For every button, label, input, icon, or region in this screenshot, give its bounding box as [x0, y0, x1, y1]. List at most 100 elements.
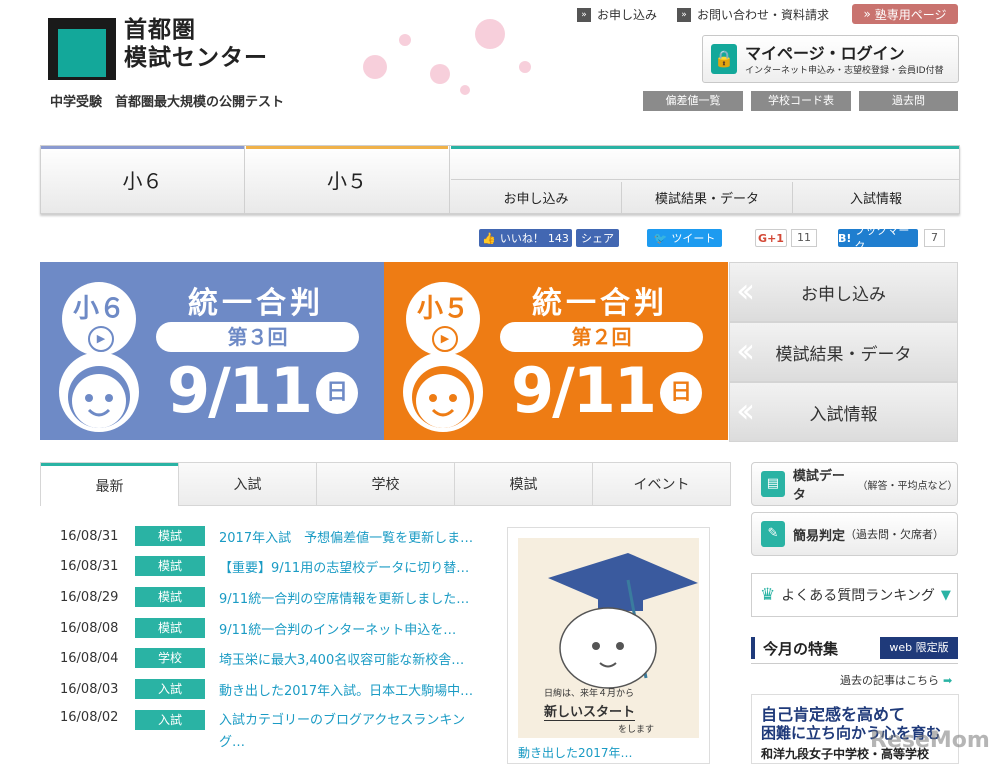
news-date: 16/08/03	[60, 681, 119, 697]
banner-grade5[interactable]: 小５ ▶ 統一合判 第２回 9/11 日	[384, 262, 728, 440]
play-icon: ▶	[432, 326, 458, 352]
news-link[interactable]: 2017年入試 予想偏差値一覧を更新しま…	[219, 527, 473, 546]
gplus-button[interactable]: G+1	[755, 229, 787, 247]
tweet-button[interactable]: 🐦 ツイート	[647, 229, 722, 247]
past-articles-link[interactable]: 過去の記事はこちら ➡	[840, 672, 952, 688]
news-link[interactable]: 9/11統一合判のインターネット申込を…	[219, 619, 456, 638]
tab-exam[interactable]: 入試	[178, 463, 316, 505]
banner-results-label: 模試結果・データ	[775, 344, 912, 365]
news-date: 16/08/29	[60, 589, 119, 605]
hatena-bookmark-button[interactable]: B! ブックマーク	[838, 224, 918, 253]
simple-judge-button[interactable]: ✎ 簡易判定 （過去問・欠席者）	[751, 512, 958, 556]
tab-mock[interactable]: 模試	[454, 463, 592, 505]
banner-results-button[interactable]: ‹‹ 模試結果・データ	[729, 322, 958, 382]
juku-page-button[interactable]: » 塾専用ページ	[852, 4, 958, 24]
news-category: 模試	[135, 618, 205, 638]
divider	[451, 179, 959, 180]
illus-text-mid: 新しいスタート	[544, 701, 636, 721]
tab-grade5[interactable]: 小５	[245, 146, 449, 213]
mypage-login-button[interactable]: 🔒 マイページ・ログイン インターネット申込み・志望校登録・会員ID付替	[702, 35, 959, 83]
banner-exam-info-label: 入試情報	[809, 404, 878, 425]
arrow-right-icon: ➡	[943, 673, 953, 687]
exam-date: 9/11	[511, 354, 657, 427]
news-date: 16/08/31	[60, 558, 119, 574]
news-link[interactable]: 埼玉栄に最大3,400名収容可能な新校舎…	[219, 649, 464, 668]
banner-exam-info-button[interactable]: ‹‹ 入試情報	[729, 382, 958, 442]
inquiry-link[interactable]: » お問い合わせ・資料請求	[677, 6, 829, 23]
lock-icon: 🔒	[711, 44, 737, 74]
divider	[449, 146, 450, 213]
logo-text[interactable]: 首都圏 模試センター	[124, 16, 268, 72]
play-icon: ▶	[88, 326, 114, 352]
girl-face-icon	[403, 352, 483, 432]
school-code-button[interactable]: 学校コード表	[751, 91, 851, 111]
news-date: 16/08/08	[60, 620, 119, 636]
day-badge: 日	[316, 372, 358, 414]
divider	[751, 663, 958, 664]
news-date: 16/08/31	[60, 528, 119, 544]
document-check-icon: ✎	[761, 521, 785, 547]
news-date: 16/08/04	[60, 650, 119, 666]
bookmark-label: ブックマーク	[854, 224, 910, 253]
tagline: 中学受験 首都圏最大規模の公開テスト	[50, 95, 285, 110]
simple-judge-sub: （過去問・欠席者）	[845, 528, 945, 541]
nav-exam-info[interactable]: 入試情報	[793, 182, 959, 212]
feature-illustration: 日絢は、来年４月から 新しいスタート をします	[518, 538, 699, 738]
news-item: 16/08/29 模試 9/11統一合判の空席情報を更新しました…	[60, 587, 469, 607]
news-category: 模試	[135, 526, 205, 546]
news-category: 入試	[135, 679, 205, 699]
tab-grade6[interactable]: 小６	[41, 146, 244, 213]
news-item: 16/08/02 入試 入試カテゴリーのブログアクセスランキング…	[60, 710, 477, 754]
mock-data-sub: （解答・平均点など）	[857, 480, 958, 492]
fb-like-button[interactable]: 👍 いいね！ 143	[479, 229, 572, 247]
illus-text-top: 日絢は、来年４月から	[544, 689, 635, 699]
faq-ranking-button[interactable]: ♛ よくある質問ランキング ▼	[751, 573, 958, 617]
special-title: 今月の特集	[763, 640, 839, 658]
logo-mark[interactable]	[48, 18, 116, 80]
hatena-b-icon: B!	[838, 231, 852, 245]
tab-event[interactable]: イベント	[592, 463, 730, 505]
illus-text-bot: をします	[618, 725, 655, 735]
news-link[interactable]: 【重要】9/11用の志望校データに切り替…	[219, 557, 469, 576]
news-link[interactable]: 9/11統一合判の空席情報を更新しました…	[219, 588, 469, 607]
double-chevron-icon: »	[863, 7, 871, 21]
logo-line-1: 首都圏	[124, 17, 196, 43]
tab-latest[interactable]: 最新	[41, 463, 178, 506]
day-badge: 日	[660, 372, 702, 414]
logo-inner-square	[58, 29, 106, 77]
mypage-subtitle: インターネット申込み・志望校登録・会員ID付替	[745, 66, 944, 76]
fb-share-button[interactable]: シェア	[576, 229, 619, 247]
crown-icon: ♛	[760, 585, 776, 605]
chevron-decor-icon: ‹‹	[736, 391, 755, 431]
inquiry-link-label: お問い合わせ・資料請求	[697, 8, 830, 22]
grade6-badge: 小６	[72, 294, 125, 324]
feature-card[interactable]: 日絢は、来年４月から 新しいスタート をします 動き出した2017年…	[507, 527, 710, 764]
news-item: 16/08/31 模試 2017年入試 予想偏差値一覧を更新しま…	[60, 526, 473, 546]
news-item: 16/08/03 入試 動き出した2017年入試。日本工大駒場中…	[60, 679, 473, 699]
tab-school[interactable]: 学校	[316, 463, 454, 505]
past-exam-button[interactable]: 過去問	[859, 91, 958, 111]
nav-apply[interactable]: お申し込み	[451, 182, 621, 212]
banner-grade6[interactable]: 小６ ▶ 統一合判 第３回 9/11 日	[40, 262, 384, 440]
news-item: 16/08/04 学校 埼玉栄に最大3,400名収容可能な新校舎…	[60, 648, 464, 668]
mypage-title: マイページ・ログイン	[745, 44, 905, 63]
watermark-logo: ReseMom	[870, 728, 990, 753]
news-category: 模試	[135, 556, 205, 576]
thumbs-up-icon: 👍	[482, 231, 496, 245]
news-link[interactable]: 入試カテゴリーのブログアクセスランキング…	[219, 710, 477, 754]
feature-caption[interactable]: 動き出した2017年…	[518, 744, 633, 761]
news-tabs: 最新 入試 学校 模試 イベント	[40, 462, 731, 506]
chevron-decor-icon: ‹‹	[736, 271, 755, 311]
news-date: 16/08/02	[60, 710, 119, 725]
banner-apply-button[interactable]: ‹‹ お申し込み	[729, 262, 958, 322]
nav-results[interactable]: 模試結果・データ	[622, 182, 792, 212]
apply-link[interactable]: » お申し込み	[577, 6, 657, 23]
banner-apply-label: お申し込み	[801, 284, 886, 305]
mock-data-button[interactable]: ▤ 模試データ （解答・平均点など）	[751, 462, 958, 506]
news-link[interactable]: 動き出した2017年入試。日本工大駒場中…	[219, 680, 473, 699]
past-articles-label: 過去の記事はこちら	[840, 674, 939, 687]
tab3-accent	[451, 146, 959, 149]
bird-icon: 🐦	[653, 231, 668, 245]
hensachi-button[interactable]: 偏差値一覧	[643, 91, 743, 111]
apply-link-label: お申し込み	[597, 8, 658, 22]
